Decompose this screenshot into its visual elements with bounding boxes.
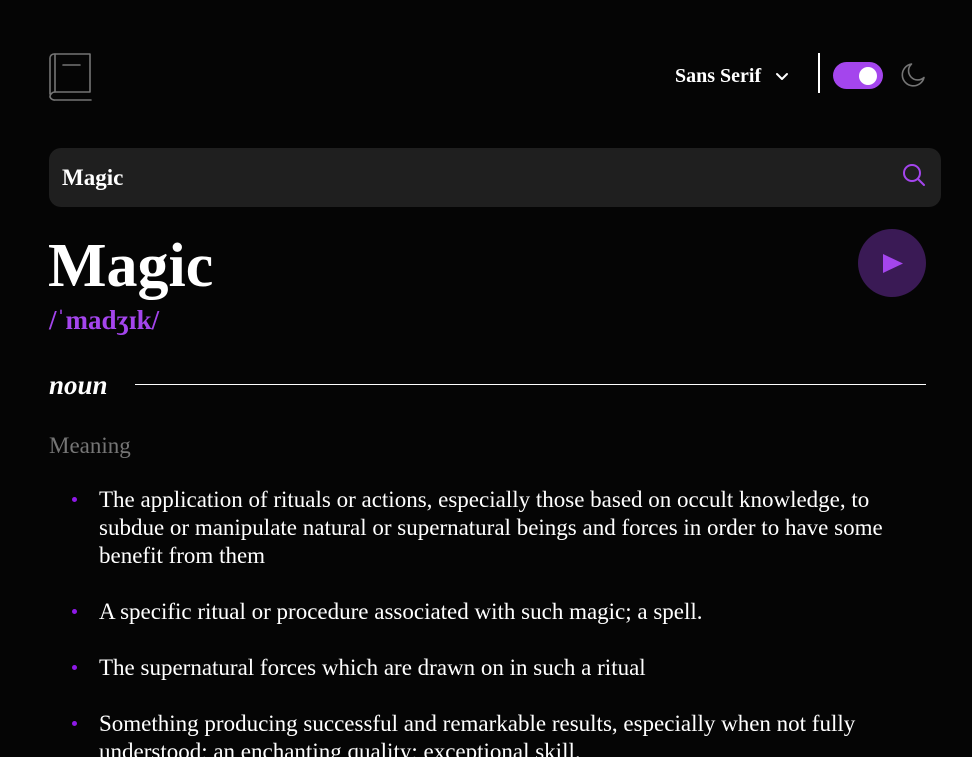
moon-icon[interactable] (900, 61, 928, 89)
definition-item: The supernatural forces which are drawn … (72, 654, 932, 682)
header-divider (818, 53, 820, 93)
entry-phonetic: /ˈmadʒɪk/ (49, 305, 160, 335)
part-of-speech-divider (135, 384, 926, 385)
font-selector-label: Sans Serif (675, 64, 762, 87)
definition-text: Something producing successful and remar… (99, 711, 856, 757)
definition-list: The application of rituals or actions, e… (72, 486, 932, 757)
definition-item: The application of rituals or actions, e… (72, 486, 932, 570)
definition-item: Something producing successful and remar… (72, 710, 932, 757)
play-icon (883, 254, 903, 273)
bullet-dot (72, 665, 77, 670)
font-selector[interactable]: Sans Serif (675, 62, 789, 90)
definition-text: The supernatural forces which are drawn … (99, 655, 646, 680)
chevron-down-icon (776, 73, 789, 80)
definition-text: A specific ritual or procedure associate… (99, 599, 703, 624)
part-of-speech: noun (49, 370, 108, 400)
search-bar (49, 148, 941, 207)
book-icon (49, 53, 92, 101)
play-pronunciation-button[interactable] (858, 229, 926, 297)
entry-word: Magic (48, 232, 214, 300)
theme-toggle[interactable] (833, 62, 883, 89)
definition-item: A specific ritual or procedure associate… (72, 598, 932, 626)
bullet-dot (72, 609, 77, 614)
dictionary-app: Sans Serif Magic /ˈmadʒɪk/ noun Meaning … (0, 0, 972, 757)
bullet-dot (72, 721, 77, 726)
definition-text: The application of rituals or actions, e… (99, 487, 883, 568)
search-icon[interactable] (902, 163, 926, 187)
toggle-knob (859, 67, 877, 85)
search-input[interactable] (62, 148, 882, 207)
meaning-label: Meaning (49, 433, 131, 458)
bullet-dot (72, 497, 77, 502)
